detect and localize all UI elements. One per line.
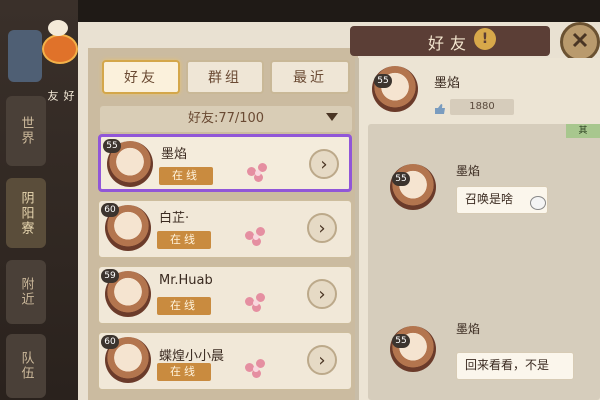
message-sender: 墨焰 (456, 164, 481, 178)
channel-tab-team[interactable]: 队伍 (6, 334, 46, 398)
message-text: 回来看看，不是 (465, 358, 550, 372)
dropdown-arrow-icon[interactable] (326, 113, 338, 121)
friend-card[interactable]: 55 墨焰 在线 › (98, 134, 352, 192)
level-badge: 60 (101, 335, 119, 349)
friend-name: 墨焰 (161, 147, 188, 162)
friend-name: 蝶煌小小晨 (159, 349, 225, 364)
thumbs-up-icon[interactable] (434, 100, 446, 114)
level-badge: 60 (101, 203, 119, 217)
mascot-label: 好友 (46, 90, 75, 101)
friend-card[interactable]: 60 蝶煌小小晨 在线 › (98, 332, 352, 390)
message-bubble: 回来看看，不是 (456, 352, 574, 380)
tab-groups[interactable]: 群组 (186, 60, 264, 94)
open-chat-button[interactable]: › (307, 213, 337, 243)
partner-avatar[interactable] (372, 66, 418, 112)
mascot-lantern-icon[interactable]: 好友 (38, 20, 78, 101)
sakura-icon[interactable] (247, 163, 269, 183)
message-text: 召唤是啥 (465, 192, 514, 206)
online-status: 在线 (157, 297, 211, 315)
channel-tab-nearby[interactable]: 附近 (6, 260, 46, 324)
friend-list-scrollbar[interactable] (355, 58, 359, 400)
friend-count-dropdown[interactable]: 好友:77/100 (100, 106, 352, 132)
message-level-badge: 55 (392, 172, 410, 186)
close-icon (572, 32, 588, 48)
help-icon[interactable]: ! (474, 28, 496, 50)
open-chat-button[interactable]: › (307, 279, 337, 309)
open-chat-button[interactable]: › (309, 149, 339, 179)
open-chat-button[interactable]: › (307, 345, 337, 375)
online-status: 在线 (159, 167, 213, 185)
friend-name: Mr.Huab (159, 273, 213, 288)
level-badge: 55 (103, 139, 121, 153)
panel-title: 好友 (427, 34, 472, 53)
chat-badge: 其 (566, 124, 600, 138)
sakura-icon[interactable] (245, 227, 267, 247)
partner-name: 墨焰 (434, 76, 461, 91)
message-avatar[interactable] (390, 326, 436, 372)
friend-name: 白芷· (159, 211, 190, 226)
channel-tab-guild[interactable]: 阴阳寮 (6, 178, 46, 248)
chat-channel-icon[interactable] (8, 30, 42, 82)
like-count: 1880 (450, 99, 514, 115)
friend-card[interactable]: 59 Mr.Huab 在线 › (98, 266, 352, 324)
tab-friends[interactable]: 好友 (102, 60, 180, 94)
online-status: 在线 (157, 363, 211, 381)
close-button[interactable] (560, 22, 600, 62)
partner-level-badge: 55 (374, 74, 392, 88)
message-level-badge: 55 (392, 334, 410, 348)
sakura-icon[interactable] (245, 359, 267, 379)
message-sender: 墨焰 (456, 322, 481, 336)
message-avatar[interactable] (390, 164, 436, 210)
level-badge: 59 (101, 269, 119, 283)
channel-tab-world[interactable]: 世界 (6, 96, 46, 166)
tab-recent[interactable]: 最近 (270, 60, 350, 94)
online-status: 在线 (157, 231, 211, 249)
friend-card[interactable]: 60 白芷· 在线 › (98, 200, 352, 258)
emoji-icon (530, 196, 546, 210)
sakura-icon[interactable] (245, 293, 267, 313)
